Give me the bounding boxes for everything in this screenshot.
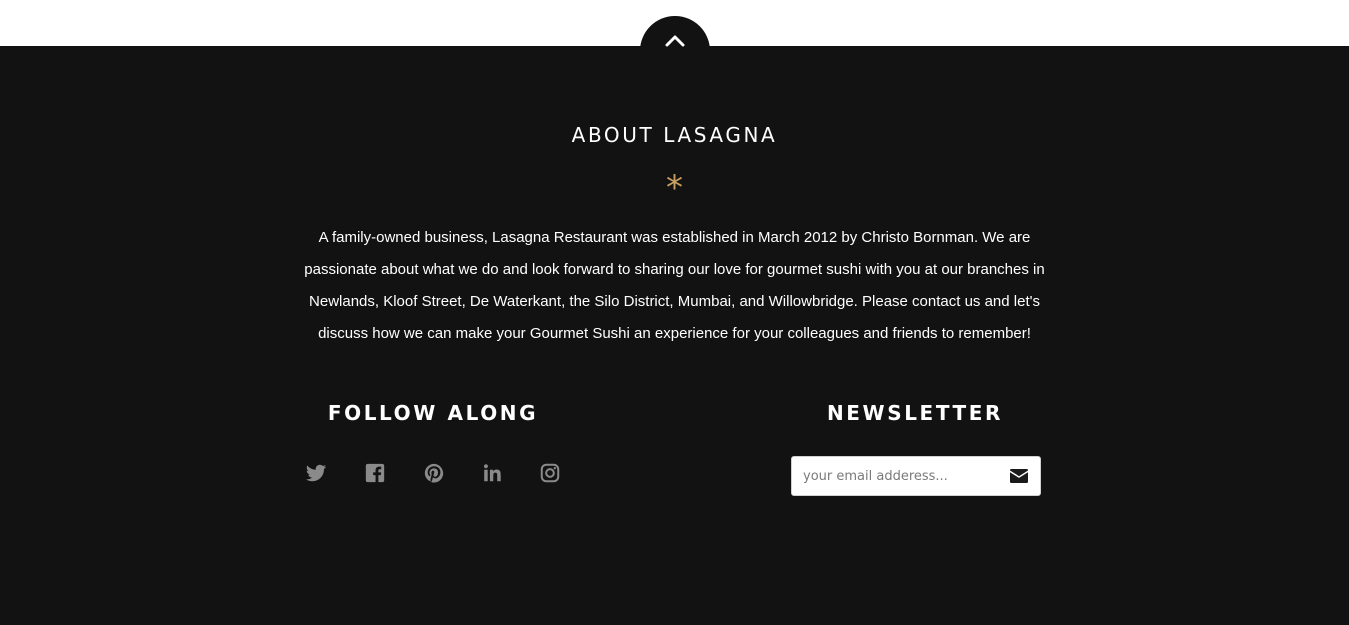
linkedin-link[interactable]: [481, 462, 507, 488]
chevron-up-icon: [665, 35, 685, 47]
instagram-link[interactable]: [539, 462, 565, 488]
asterisk-divider: *: [666, 168, 683, 208]
facebook-link[interactable]: [364, 462, 390, 488]
pinterest-link[interactable]: [423, 462, 449, 488]
newsletter-title: NEWSLETTER: [826, 401, 1004, 425]
twitter-icon: [305, 464, 327, 482]
newsletter-form: [791, 456, 1041, 496]
back-to-top-button[interactable]: [640, 16, 710, 86]
envelope-icon: [1010, 469, 1028, 483]
facebook-icon: [365, 463, 385, 483]
linkedin-icon: [483, 464, 501, 482]
follow-along-title: FOLLOW ALONG: [327, 401, 539, 425]
pinterest-icon: [424, 463, 444, 483]
newsletter-submit-button[interactable]: [998, 457, 1040, 495]
newsletter-email-input[interactable]: [792, 457, 992, 495]
twitter-link[interactable]: [305, 462, 331, 488]
about-title: ABOUT LASAGNA: [571, 123, 778, 147]
about-text: A family-owned business, Lasagna Restaur…: [304, 229, 1045, 342]
instagram-icon: [540, 463, 560, 483]
